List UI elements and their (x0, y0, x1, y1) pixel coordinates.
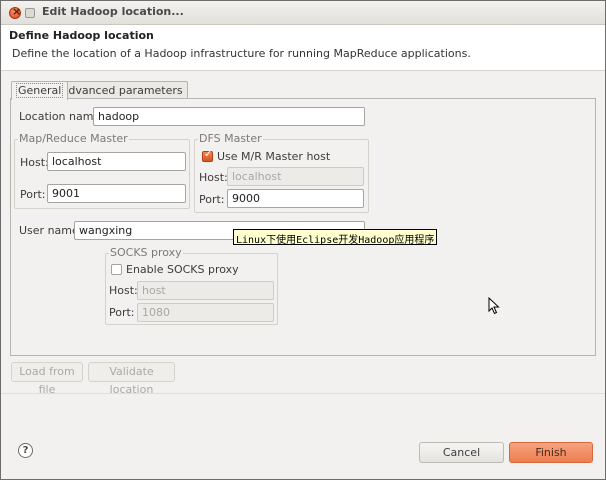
help-icon[interactable]: ? (18, 443, 33, 458)
mr-host-input[interactable] (47, 152, 186, 171)
load-from-file-button[interactable]: Load from file (11, 362, 83, 396)
dfs-host-label: Host: (199, 171, 228, 184)
mr-master-title: Map/Reduce Master (18, 132, 129, 145)
enable-socks-proxy-label: Enable SOCKS proxy (126, 263, 239, 276)
socks-port-label: Port: (109, 306, 135, 319)
dfs-host-input[interactable] (227, 167, 364, 186)
socks-proxy-title: SOCKS proxy (109, 246, 183, 259)
dfs-master-title: DFS Master (198, 132, 263, 145)
mr-port-label: Port: (20, 188, 46, 201)
location-name-label: Location name: (19, 110, 104, 123)
socks-host-label: Host: (109, 284, 138, 297)
location-name-input[interactable] (93, 107, 365, 126)
user-name-label: User name: (19, 224, 83, 237)
enable-socks-proxy-checkbox[interactable] (111, 264, 122, 275)
title-bar: Edit Hadoop location... (1, 1, 605, 25)
mr-port-input[interactable] (47, 184, 186, 203)
edit-hadoop-location-dialog: Edit Hadoop location... Define Hadoop lo… (0, 0, 606, 480)
dfs-port-input[interactable] (227, 189, 364, 208)
mr-host-label: Host: (20, 156, 49, 169)
socks-port-input[interactable] (137, 303, 274, 322)
socks-host-input[interactable] (137, 281, 274, 300)
dialog-header: Define Hadoop location Define the locati… (1, 25, 605, 71)
header-title: Define Hadoop location (9, 29, 154, 42)
footer-separator (1, 393, 605, 394)
tab-advanced-label: Advanced parameters (61, 84, 183, 97)
minimize-window-button[interactable] (25, 8, 35, 18)
header-description: Define the location of a Hadoop infrastr… (12, 47, 471, 60)
dfs-port-label: Port: (199, 193, 225, 206)
cancel-button[interactable]: Cancel (419, 442, 504, 463)
tab-general[interactable]: General (11, 81, 69, 100)
finish-button[interactable]: Finish (509, 442, 593, 463)
use-mr-master-host-checkbox[interactable] (202, 149, 213, 162)
tab-general-label: General (16, 83, 64, 98)
close-window-button[interactable] (9, 5, 21, 19)
tab-advanced-parameters[interactable]: Advanced parameters (56, 81, 188, 99)
validate-location-button[interactable]: Validate location (88, 362, 175, 396)
mouse-pointer-icon (488, 297, 500, 315)
use-mr-master-host-label: Use M/R Master host (217, 150, 331, 163)
tooltip: Linux下使用Eclipse开发Hadoop应用程序 (233, 229, 438, 246)
window-title: Edit Hadoop location... (42, 5, 184, 18)
